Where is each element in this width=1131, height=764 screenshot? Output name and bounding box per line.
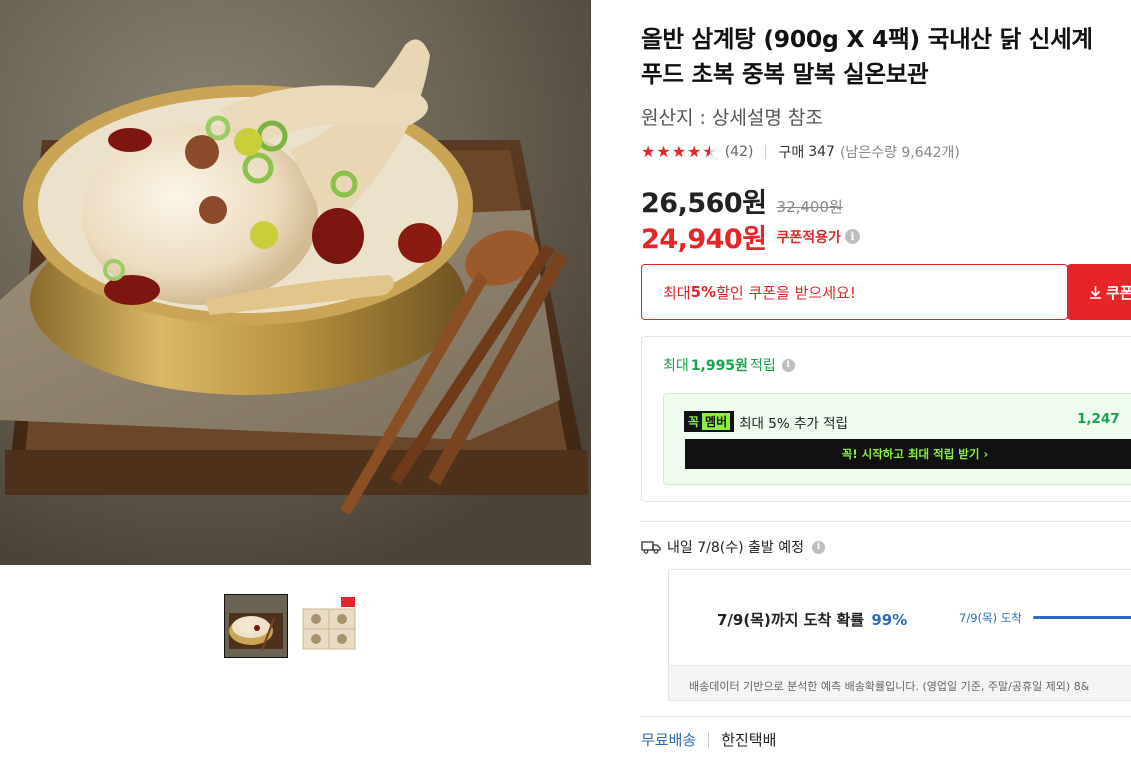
member-benefit-amount: 1,247	[1077, 411, 1120, 427]
coupon-banner-suffix: 할인 쿠폰을 받으세요!	[716, 283, 856, 302]
download-icon	[1090, 286, 1101, 299]
member-badge-logo: 꼭	[688, 415, 700, 429]
star-icon: ★	[641, 142, 656, 161]
coupon-price-row: 24,940원 쿠폰적용가 i	[641, 217, 860, 256]
info-icon[interactable]: i	[844, 229, 860, 244]
truck-icon	[641, 541, 661, 554]
thumbnail-list	[224, 594, 361, 658]
purchase-label: 구매	[778, 145, 805, 161]
points-prefix: 최대	[663, 358, 689, 374]
delivery-probability-text: 7/9(목)까지 도착 확률 99%	[717, 609, 907, 630]
departure-text: 내일 7/8(수) 출발 예정	[667, 540, 804, 556]
points-suffix: 적립	[749, 358, 776, 374]
member-start-button[interactable]: 꼭! 시작하고 최대 적립 받기 ›	[685, 439, 1131, 469]
info-icon[interactable]: i	[811, 540, 825, 554]
coupon-button-label: 쿠폰	[1106, 283, 1131, 302]
shipping-departure: 내일 7/8(수) 출발 예정 i	[641, 537, 825, 557]
rating-row: ★ ★ ★ ★ ★ (42) 구매 347 (남은수량 9,642개)	[641, 142, 960, 162]
probability-percent: 99%	[871, 611, 908, 629]
coupon-download-button[interactable]: 쿠폰	[1067, 264, 1131, 320]
coupon-price: 24,940원	[641, 224, 767, 255]
info-icon[interactable]: i	[781, 358, 795, 372]
main-product-image	[0, 0, 591, 565]
product-title: 올반 삼계탕 (900g X 4팩) 국내산 닭 신세계 푸드 초복 중복 말복…	[641, 25, 1093, 88]
delivery-probability-panel: 7/9(목)까지 도착 확률 99% 7/9(목) 도착	[669, 570, 1131, 666]
purchase-count: 347	[808, 144, 835, 160]
points-title: 최대 1,995원 적립 i	[663, 355, 795, 375]
coupon-banner-highlight: 5%	[690, 283, 717, 301]
price-row: 26,560원 32,400원	[641, 181, 843, 220]
delivery-note: 배송데이터 기반으로 분석한 예측 배송확률입니다. (영업일 기준, 주말/공…	[689, 680, 1090, 693]
divider	[765, 145, 767, 159]
carrier-label: 한진택배	[721, 731, 777, 749]
coupon-banner-prefix: 최대	[663, 283, 691, 302]
remaining-stock: (남은수량 9,642개)	[839, 145, 960, 161]
coupon-applied-label: 쿠폰적용가	[776, 229, 841, 246]
member-badge: 꼭 멤버	[684, 411, 735, 432]
member-badge-text: 멤버	[702, 413, 731, 430]
shipping-method: 무료배송 한진택배	[641, 729, 776, 750]
coupon-banner[interactable]: 최대 5% 할인 쿠폰을 받으세요!	[641, 264, 1068, 320]
free-shipping-label: 무료배송	[641, 731, 697, 749]
review-count[interactable]: (42)	[725, 144, 754, 160]
sale-price: 26,560원	[641, 188, 767, 219]
member-row: 꼭 멤버 최대 5% 추가 적립	[684, 411, 848, 432]
product-details: 올반 삼계탕 (900g X 4팩) 국내산 닭 신세계 푸드 초복 중복 말복…	[641, 0, 1131, 764]
original-price: 32,400원	[776, 198, 843, 216]
rating-stars[interactable]: ★ ★ ★ ★ ★	[641, 144, 717, 160]
product-origin: 원산지 : 상세설명 참조	[641, 107, 823, 129]
probability-bar-fill	[1033, 616, 1131, 619]
star-icon: ★	[656, 142, 671, 161]
divider	[641, 716, 1131, 717]
star-icon: ★	[671, 142, 687, 161]
divider	[641, 521, 1131, 522]
member-benefit-box: 꼭 멤버 최대 5% 추가 적립 1,247 꼭! 시작하고 최대 적립 받기 ›	[663, 393, 1131, 485]
arrival-date-label: 7/9(목) 도착	[959, 611, 1022, 625]
thumbnail-samgyetang-packs[interactable]	[299, 595, 361, 657]
thumbnail-samgyetang-bowl[interactable]	[224, 594, 288, 658]
probability-bar	[1033, 616, 1131, 619]
star-icon: ★	[687, 142, 702, 161]
star-half-icon: ★	[702, 142, 717, 161]
probability-label: 7/9(목)까지 도착 확률	[717, 611, 865, 629]
divider	[708, 731, 710, 748]
delivery-probability-box: 7/9(목)까지 도착 확률 99% 7/9(목) 도착 배송데이터 기반으로 …	[668, 569, 1131, 701]
member-benefit-text: 최대 5% 추가 적립	[739, 415, 848, 432]
points-box: 최대 1,995원 적립 i 꼭 멤버 최대 5% 추가 적립 1,247 꼭! …	[641, 336, 1131, 502]
points-amount: 1,995원	[690, 358, 748, 374]
